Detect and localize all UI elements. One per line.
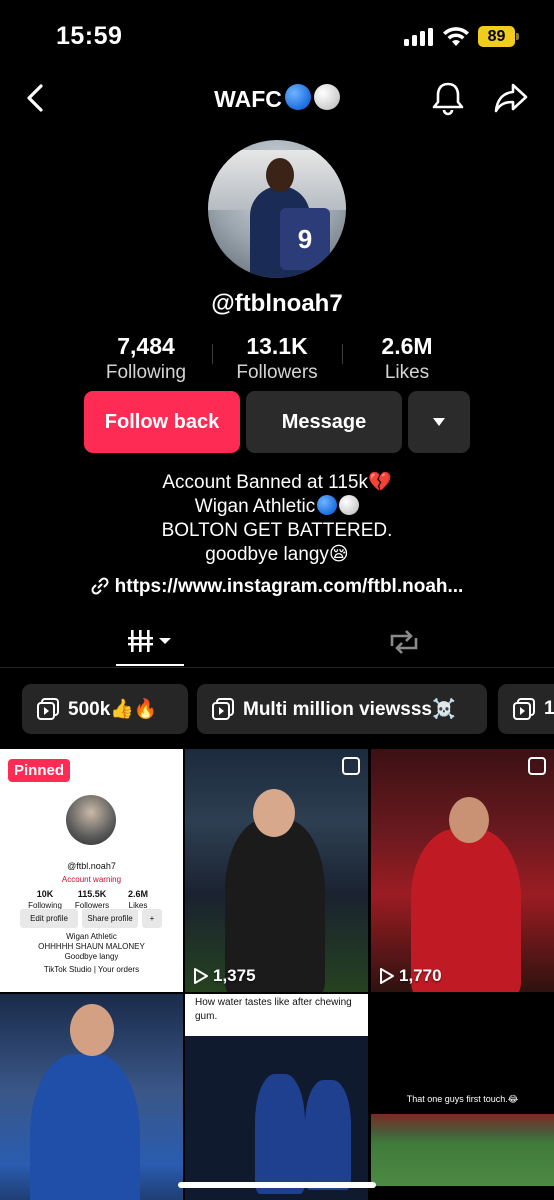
thumb-share-button: Share profile bbox=[82, 909, 138, 928]
avatar-shirt: 9 bbox=[280, 208, 330, 270]
follow-back-button[interactable]: Follow back bbox=[84, 391, 240, 453]
thumb-player-head bbox=[253, 789, 295, 837]
battery-indicator: 89 bbox=[478, 26, 519, 47]
playlist-icon bbox=[36, 697, 60, 721]
bio-line-2-wrap: Wigan Athletic bbox=[0, 495, 554, 519]
thumb-pitch bbox=[371, 1114, 554, 1186]
stat-following-value: 7,484 bbox=[117, 333, 175, 359]
profile-stats: 7,484 Following 13.1K Followers 2.6M Lik… bbox=[0, 332, 554, 388]
video-thumbnail[interactable]: 1,375 bbox=[185, 749, 368, 992]
video-thumbnail[interactable]: 1,770 bbox=[371, 749, 554, 992]
playlist-label: Multi million viewsss☠️ bbox=[243, 699, 456, 720]
thumb-edit-button: Edit profile bbox=[20, 909, 78, 928]
share-icon[interactable] bbox=[494, 82, 528, 114]
playlist-icon bbox=[512, 697, 536, 721]
thumb-avatar bbox=[66, 795, 116, 845]
multi-photo-icon bbox=[528, 757, 546, 775]
tab-videos[interactable] bbox=[116, 624, 184, 668]
play-icon bbox=[380, 968, 394, 984]
page-title: WAFC bbox=[0, 84, 554, 113]
bio-line-1: Account Banned at 115k💔 bbox=[162, 472, 392, 493]
thumb-studio: TikTok Studio bbox=[43, 965, 92, 974]
white-circle-emoji bbox=[313, 84, 340, 110]
playlist-chip[interactable]: Multi million viewsss☠️ bbox=[197, 684, 487, 734]
home-indicator[interactable] bbox=[178, 1182, 376, 1188]
stat-following-label: Following bbox=[105, 362, 187, 383]
thumb-player-figure bbox=[305, 1080, 351, 1190]
thumb-username: @ftbl.noah7 bbox=[67, 861, 116, 871]
bio-line-2: Wigan Athletic bbox=[194, 496, 316, 517]
blue-circle-emoji bbox=[284, 84, 311, 110]
profile-username: @ftblnoah7 bbox=[211, 290, 343, 317]
playlist-chip[interactable]: 1 bbox=[498, 684, 554, 734]
profile-tabs bbox=[0, 614, 554, 668]
stat-followers-value: 13.1K bbox=[246, 333, 308, 359]
thumb-player-figure bbox=[30, 1054, 140, 1200]
link-icon bbox=[91, 577, 109, 595]
status-bar: 15:59 89 bbox=[0, 0, 554, 72]
video-grid: @ftbl.noah7 Account warning 10K Following… bbox=[0, 749, 554, 1200]
thumb-stat-value: 2.6M bbox=[127, 889, 148, 899]
thumb-player-head bbox=[449, 797, 489, 843]
video-thumbnail[interactable]: @ftbl.noah7 Account warning 10K Following… bbox=[0, 749, 183, 992]
playlist-label: 1 bbox=[544, 698, 554, 719]
signal-icon bbox=[404, 28, 434, 46]
video-caption: How water tastes like after chewing gum. bbox=[185, 994, 368, 1036]
video-caption: That one guys first touch.😂 bbox=[406, 1094, 519, 1104]
thumb-bio-line: OHHHHH SHAUN MALONEY bbox=[38, 942, 145, 951]
stat-likes[interactable]: 2.6M Likes bbox=[337, 332, 477, 386]
thumb-orders: Your orders bbox=[98, 965, 140, 974]
page-title-text: WAFC bbox=[214, 86, 282, 112]
stat-likes-value: 2.6M bbox=[381, 333, 433, 359]
avatar[interactable]: 9 bbox=[208, 140, 346, 278]
bio-link[interactable]: https://www.instagram.com/ftbl.noah... bbox=[0, 576, 554, 598]
grid-icon bbox=[128, 630, 171, 652]
stat-followers-label: Followers bbox=[236, 362, 318, 383]
thumb-warning: Account warning bbox=[61, 875, 122, 884]
play-icon bbox=[194, 968, 208, 984]
wifi-icon bbox=[443, 27, 469, 46]
more-options-button[interactable] bbox=[408, 391, 470, 453]
message-button[interactable]: Message bbox=[246, 391, 402, 453]
playlist-label: 500k👍🔥 bbox=[68, 699, 158, 720]
thumb-bio-line: Wigan Athletic bbox=[66, 932, 117, 941]
view-count-value: 1,375 bbox=[213, 966, 256, 985]
stat-likes-label: Likes bbox=[384, 362, 430, 383]
stat-following[interactable]: 7,484 Following bbox=[76, 332, 216, 386]
blue-circle-emoji bbox=[317, 495, 338, 515]
thumb-bio: Wigan Athletic OHHHHH SHAUN MALONEY Good… bbox=[0, 932, 183, 962]
multi-photo-icon bbox=[342, 757, 360, 775]
view-count-value: 1,770 bbox=[399, 966, 442, 985]
repost-icon[interactable] bbox=[384, 626, 424, 658]
stat-followers[interactable]: 13.1K Followers bbox=[207, 332, 347, 386]
playlist-chip[interactable]: 500k👍🔥 bbox=[22, 684, 188, 734]
bio-line-3: BOLTON GET BATTERED. bbox=[161, 520, 393, 541]
playlist-icon bbox=[211, 697, 235, 721]
top-nav: WAFC bbox=[0, 72, 554, 124]
bio-line-4: goodbye langy😪 bbox=[205, 544, 349, 565]
thumb-player-head bbox=[70, 1004, 114, 1056]
video-thumbnail[interactable]: How water tastes like after chewing gum. bbox=[185, 994, 368, 1200]
video-thumbnail[interactable]: That one guys first touch.😂 bbox=[371, 994, 554, 1200]
thumb-links: TikTok Studio | Your orders bbox=[43, 965, 140, 974]
bio-link-text: https://www.instagram.com/ftbl.noah... bbox=[114, 576, 464, 597]
status-time: 15:59 bbox=[56, 22, 123, 50]
tab-active-indicator bbox=[116, 664, 184, 666]
profile-bio: Account Banned at 115k💔 Wigan Athletic B… bbox=[0, 471, 554, 567]
bell-icon[interactable] bbox=[430, 80, 466, 116]
white-circle-emoji bbox=[339, 495, 360, 515]
caret-down-icon bbox=[433, 418, 445, 426]
pinned-badge: Pinned bbox=[8, 759, 71, 782]
view-count: 1,770 bbox=[379, 966, 442, 986]
thumb-bio-line: Goodbye langy bbox=[64, 952, 119, 961]
view-count: 1,375 bbox=[193, 966, 256, 986]
thumb-player-figure bbox=[255, 1074, 305, 1194]
thumb-add-friend-icon: + bbox=[142, 909, 162, 928]
playlist-row: 500k👍🔥 Multi million viewsss☠️ 1 bbox=[0, 684, 554, 734]
video-thumbnail[interactable] bbox=[0, 994, 183, 1200]
